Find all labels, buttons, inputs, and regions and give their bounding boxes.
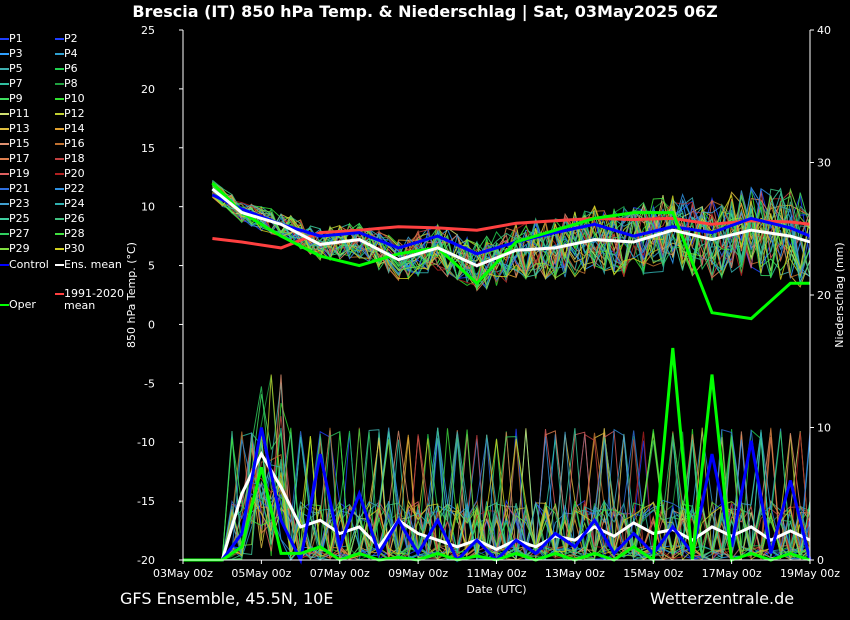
- legend-label-line2: mean: [64, 299, 96, 312]
- y-axis-right-label: Niederschlag (mm): [833, 242, 846, 347]
- x-tick-label: 03May 00z: [153, 567, 213, 580]
- legend-label: P3: [9, 47, 23, 60]
- legend-swatch: [55, 203, 64, 205]
- legend-swatch: [0, 158, 9, 160]
- legend-label: P14: [64, 122, 85, 135]
- legend-swatch: [0, 53, 9, 55]
- legend-swatch: [0, 264, 9, 266]
- legend-swatch: [0, 143, 9, 145]
- legend-label: P7: [9, 77, 23, 90]
- legend-swatch: [0, 83, 9, 85]
- x-tick-label: 13May 00z: [545, 567, 605, 580]
- legend-swatch: [55, 53, 64, 55]
- legend-label: P15: [9, 137, 30, 150]
- legend-label: P21: [9, 182, 30, 195]
- y-left-tick-label: -5: [144, 377, 155, 390]
- legend-label: P12: [64, 107, 85, 120]
- legend-label: P29: [9, 242, 30, 255]
- legend-label: P27: [9, 227, 30, 240]
- legend-swatch: [0, 38, 9, 40]
- legend-label: P5: [9, 62, 23, 75]
- legend-label: P4: [64, 47, 78, 60]
- x-tick-label: 19May 00z: [780, 567, 840, 580]
- legend-label: P17: [9, 152, 30, 165]
- legend-swatch: [55, 38, 64, 40]
- footer-model-info: GFS Ensemble, 45.5N, 10E: [120, 589, 334, 608]
- legend-label: P22: [64, 182, 85, 195]
- legend-swatch: [0, 128, 9, 130]
- y-left-tick-label: -10: [137, 436, 155, 449]
- legend-swatch: [55, 248, 64, 250]
- legend-label: P30: [64, 242, 85, 255]
- y-left-tick-label: 10: [141, 201, 155, 214]
- legend-swatch: [55, 113, 64, 115]
- legend-label: P2: [64, 32, 78, 45]
- y-left-tick-label: 25: [141, 24, 155, 37]
- legend-label: P13: [9, 122, 30, 135]
- legend-label: P18: [64, 152, 85, 165]
- chart-svg: -20 -15 -10 -5 0 5 10 15 20 25 0 10 20 30 40 03May 00z 0…: [125, 24, 846, 596]
- y-right-tick-label: 10: [817, 422, 831, 435]
- legend-swatch: [55, 98, 64, 100]
- y-left-tick-label: 5: [148, 260, 155, 273]
- legend-label: Ens. mean: [64, 258, 122, 271]
- legend-swatch: [55, 68, 64, 70]
- legend-swatch: [55, 158, 64, 160]
- legend-label: P6: [64, 62, 78, 75]
- y-right-tick-label: 0: [817, 554, 824, 567]
- legend-label: P25: [9, 212, 30, 225]
- y-left-tick-label: -15: [137, 495, 155, 508]
- x-axis-label: Date (UTC): [466, 583, 526, 596]
- legend-swatch: [0, 218, 9, 220]
- legend-swatch: [55, 143, 64, 145]
- legend-swatch: [0, 173, 9, 175]
- footer-site-name: Wetterzentrale.de: [650, 589, 795, 608]
- legend-label: P11: [9, 107, 30, 120]
- legend-swatch: [55, 218, 64, 220]
- legend-swatch: [55, 173, 64, 175]
- legend-label: P26: [64, 212, 85, 225]
- legend-label: P24: [64, 197, 85, 210]
- legend-label: P19: [9, 167, 30, 180]
- legend-swatch: [55, 233, 64, 235]
- legend-swatch: [0, 203, 9, 205]
- y-right-tick-label: 30: [817, 157, 831, 170]
- y-axis-left-label: 850 hPa Temp. (°C): [125, 242, 138, 348]
- legend-label: Oper: [9, 298, 36, 311]
- x-tick-label: 17May 00z: [702, 567, 762, 580]
- x-tick-label: 05May 00z: [231, 567, 291, 580]
- legend-label: P23: [9, 197, 30, 210]
- legend-swatch: [55, 264, 64, 266]
- x-tick-label: 09May 00z: [388, 567, 448, 580]
- legend-swatch: [0, 304, 9, 306]
- legend-swatch: [55, 83, 64, 85]
- legend-swatch: [0, 98, 9, 100]
- x-tick-label: 11May 00z: [466, 567, 526, 580]
- legend-label: P28: [64, 227, 85, 240]
- legend-label: Control: [9, 258, 49, 271]
- legend-swatch: [0, 248, 9, 250]
- legend-swatch: [55, 188, 64, 190]
- y-left-tick-label: 15: [141, 142, 155, 155]
- x-tick-label: 07May 00z: [310, 567, 370, 580]
- legend-label: P9: [9, 92, 23, 105]
- legend-label: P10: [64, 92, 85, 105]
- legend-swatch: [0, 113, 9, 115]
- y-left-tick-label: 0: [148, 318, 155, 331]
- x-tick-label: 15May 00z: [623, 567, 683, 580]
- legend-label: P1: [9, 32, 23, 45]
- legend-label: P20: [64, 167, 85, 180]
- y-right-tick-label: 40: [817, 24, 831, 37]
- legend-swatch: [0, 188, 9, 190]
- y-left-tick-label: 20: [141, 83, 155, 96]
- legend-swatch: [0, 233, 9, 235]
- legend-label: P8: [64, 77, 78, 90]
- legend-swatch: [0, 68, 9, 70]
- legend-swatch: [55, 293, 64, 295]
- y-left-tick-label: -20: [137, 554, 155, 567]
- y-right-tick-label: 20: [817, 289, 831, 302]
- legend-label: P16: [64, 137, 85, 150]
- legend-swatch: [55, 128, 64, 130]
